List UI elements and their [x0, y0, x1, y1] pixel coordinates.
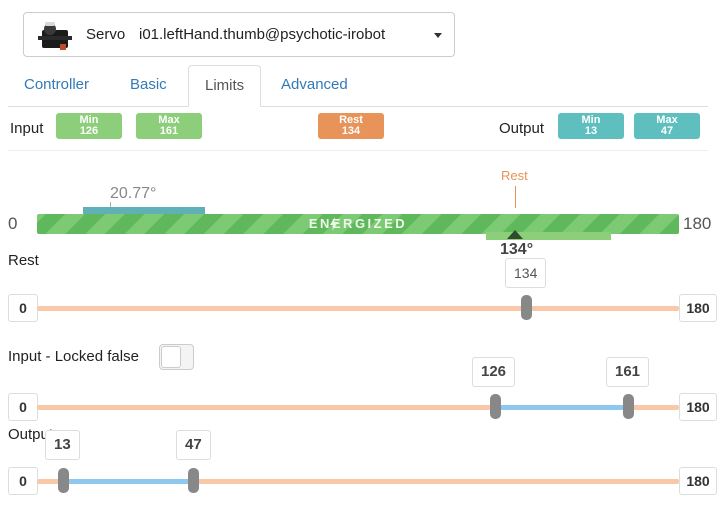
servo-motor-icon — [38, 22, 72, 50]
input-min-badge: Min 126 — [56, 113, 122, 139]
chevron-down-icon[interactable] — [434, 33, 442, 38]
input-range-band — [486, 232, 611, 240]
rest-slider-max: 180 — [679, 294, 717, 322]
rest-badge: Rest 134 — [318, 113, 384, 139]
servo-name: i01.leftHand.thumb@psychotic-irobot — [139, 26, 386, 43]
rest-slider-min: 0 — [8, 294, 38, 322]
rest-arrow-icon — [507, 230, 523, 239]
input-slider-max: 180 — [679, 393, 717, 421]
current-position-marker — [83, 207, 205, 214]
output-slider-selection — [63, 479, 194, 484]
rest-indicator-line — [515, 186, 516, 208]
output-min-badge: Min 13 — [558, 113, 624, 139]
input-label: Input — [10, 120, 44, 137]
lock-toggle[interactable] — [159, 344, 194, 370]
output-min-value: 13 — [584, 125, 598, 137]
energized-status: ENERGIZED — [308, 216, 408, 231]
input-slider-track[interactable] — [37, 405, 679, 410]
rest-slider-handle[interactable] — [521, 295, 532, 320]
output-slider-low-value: 13 — [45, 430, 80, 460]
tab-advanced[interactable]: Advanced — [265, 65, 364, 107]
tab-basic[interactable]: Basic — [114, 65, 183, 107]
input-slider-min: 0 — [8, 393, 38, 421]
servo-select[interactable]: Servo i01.leftHand.thumb@psychotic-irobo… — [23, 12, 455, 57]
rest-slider-value: 134 — [505, 258, 547, 288]
current-position-value: 20.77° — [110, 185, 157, 202]
input-slider-selection — [495, 405, 628, 410]
rest-slider-label: Rest — [8, 252, 39, 269]
input-slider-high-handle[interactable] — [623, 394, 634, 419]
rest-caption: Rest — [501, 168, 528, 183]
output-slider-low-handle[interactable] — [58, 468, 69, 493]
bar-min-label: 0 — [8, 214, 18, 233]
rest-badge-value: 134 — [341, 125, 361, 137]
divider — [8, 150, 708, 151]
rest-position-value: 134° — [500, 241, 534, 258]
tab-controller[interactable]: Controller — [8, 65, 105, 107]
input-slider-high-value: 161 — [606, 357, 650, 387]
tab-limits[interactable]: Limits — [188, 65, 262, 107]
output-slider-min: 0 — [8, 467, 38, 495]
output-label: Output — [499, 120, 545, 137]
input-slider-low-handle[interactable] — [490, 394, 501, 419]
input-max-badge: Max 161 — [136, 113, 202, 139]
output-slider-max: 180 — [679, 467, 717, 495]
output-slider-high-handle[interactable] — [188, 468, 199, 493]
output-slider-track[interactable] — [37, 479, 679, 484]
lock-toggle-knob — [161, 346, 181, 368]
input-slider-label: Input - Locked false — [8, 348, 139, 365]
input-slider-low-value: 126 — [472, 357, 516, 387]
output-max-badge: Max 47 — [634, 113, 700, 139]
bar-max-label: 180 — [683, 214, 712, 233]
servo-label: Servo — [86, 26, 126, 43]
rest-slider-track[interactable] — [37, 306, 679, 311]
input-min-value: 126 — [79, 125, 99, 137]
input-max-value: 161 — [159, 125, 179, 137]
output-max-value: 47 — [660, 125, 674, 137]
output-slider-high-value: 47 — [176, 430, 211, 460]
energized-bar: ENERGIZED — [37, 214, 679, 234]
tab-bar: Controller Basic Limits Advanced — [8, 65, 708, 107]
